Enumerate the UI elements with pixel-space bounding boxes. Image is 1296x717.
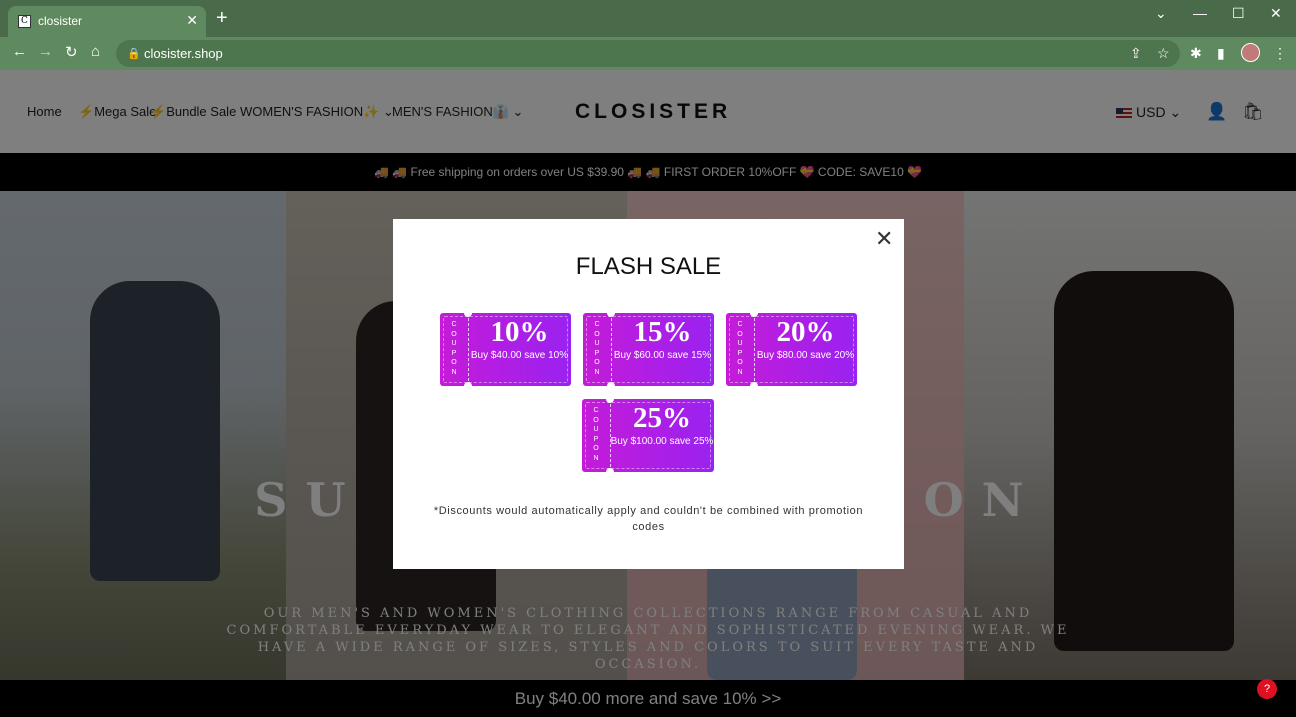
coupon-stub: COUPON: [583, 313, 612, 386]
window-close-icon[interactable]: ✕: [1270, 5, 1282, 22]
flash-sale-modal: ✕ FLASH SALE COUPON 10% Buy $40.00 save …: [393, 219, 904, 569]
address-bar[interactable]: 🔒 closister.shop ⇪ ☆: [116, 40, 1180, 67]
tab-title: closister: [38, 14, 83, 28]
coupon-card[interactable]: COUPON 10% Buy $40.00 save 10%: [440, 309, 571, 390]
minimize-icon[interactable]: —: [1193, 5, 1207, 21]
browser-tab[interactable]: C closister ✕: [8, 6, 206, 37]
forward-icon[interactable]: →: [38, 43, 53, 60]
menu-icon[interactable]: ⋮: [1273, 45, 1287, 62]
star-icon[interactable]: ☆: [1157, 45, 1170, 62]
coupon-stub: COUPON: [582, 399, 611, 472]
coupon-description: Buy $40.00 save 10%: [470, 350, 569, 361]
coupon-card[interactable]: COUPON 20% Buy $80.00 save 20%: [726, 309, 857, 390]
share-icon[interactable]: ⇪: [1130, 45, 1142, 62]
sidebar-icon[interactable]: ▮: [1217, 45, 1225, 62]
coupon-percent: 25%: [633, 402, 691, 434]
browser-toolbar: ← → ↻ ⌂ 🔒 closister.shop ⇪ ☆ ✱ ▮ ⋮: [0, 37, 1296, 70]
modal-title: FLASH SALE: [575, 253, 722, 280]
tab-search-icon[interactable]: ⌄: [1155, 5, 1167, 22]
discount-note: *Discounts would automatically apply and…: [433, 505, 864, 533]
url-text[interactable]: closister.shop: [144, 46, 223, 61]
coupon-description: Buy $80.00 save 20%: [756, 350, 855, 361]
maximize-icon[interactable]: ☐: [1232, 5, 1245, 22]
coupon-stub: COUPON: [440, 313, 469, 386]
coupon-description: Buy $60.00 save 15%: [613, 350, 712, 361]
home-icon[interactable]: ⌂: [91, 43, 100, 60]
web-page: Home ⚡Mega Sale ⚡Bundle Sale WOMEN'S FAS…: [0, 70, 1296, 717]
coupon-percent: 20%: [776, 316, 835, 348]
browser-tab-bar: C closister ✕ + ⌄ — ☐ ✕: [0, 0, 1296, 37]
help-chat-icon[interactable]: ?: [1257, 679, 1277, 699]
lock-icon[interactable]: 🔒: [127, 47, 141, 60]
extensions-icon[interactable]: ✱: [1190, 45, 1202, 62]
site-favicon-icon: C: [18, 15, 31, 28]
coupon-percent: 15%: [633, 316, 692, 348]
back-icon[interactable]: ←: [12, 43, 27, 60]
close-icon[interactable]: ✕: [875, 228, 893, 250]
reload-icon[interactable]: ↻: [65, 43, 78, 61]
coupon-card[interactable]: COUPON 15% Buy $60.00 save 15%: [583, 309, 714, 390]
profile-avatar[interactable]: [1241, 43, 1260, 62]
new-tab-icon[interactable]: +: [216, 7, 228, 29]
coupon-stub: COUPON: [726, 313, 755, 386]
coupon-card[interactable]: COUPON 25% Buy $100.00 save 25%: [582, 395, 714, 476]
coupon-percent: 10%: [490, 316, 549, 348]
tab-close-icon[interactable]: ✕: [186, 12, 198, 29]
coupon-description: Buy $100.00 save 25%: [610, 436, 714, 447]
